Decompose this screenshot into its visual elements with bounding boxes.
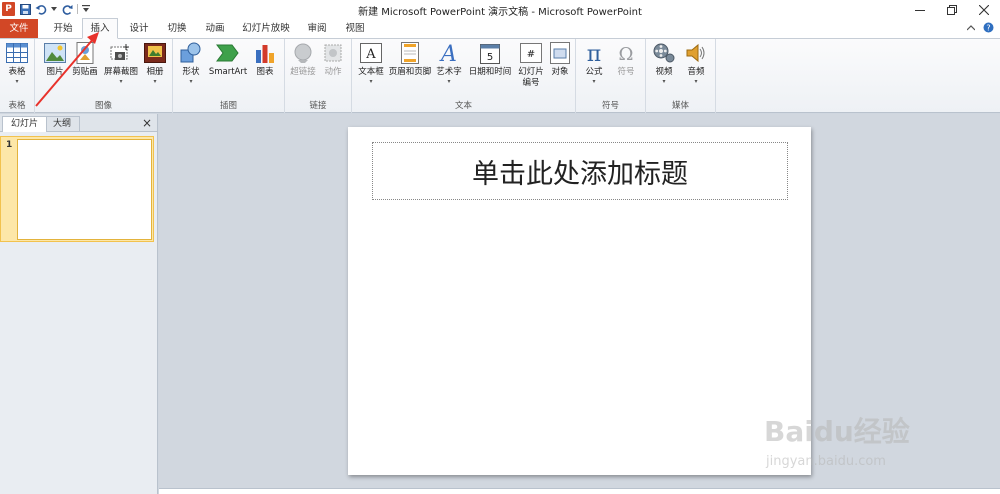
annotation-arrow	[35, 32, 99, 107]
